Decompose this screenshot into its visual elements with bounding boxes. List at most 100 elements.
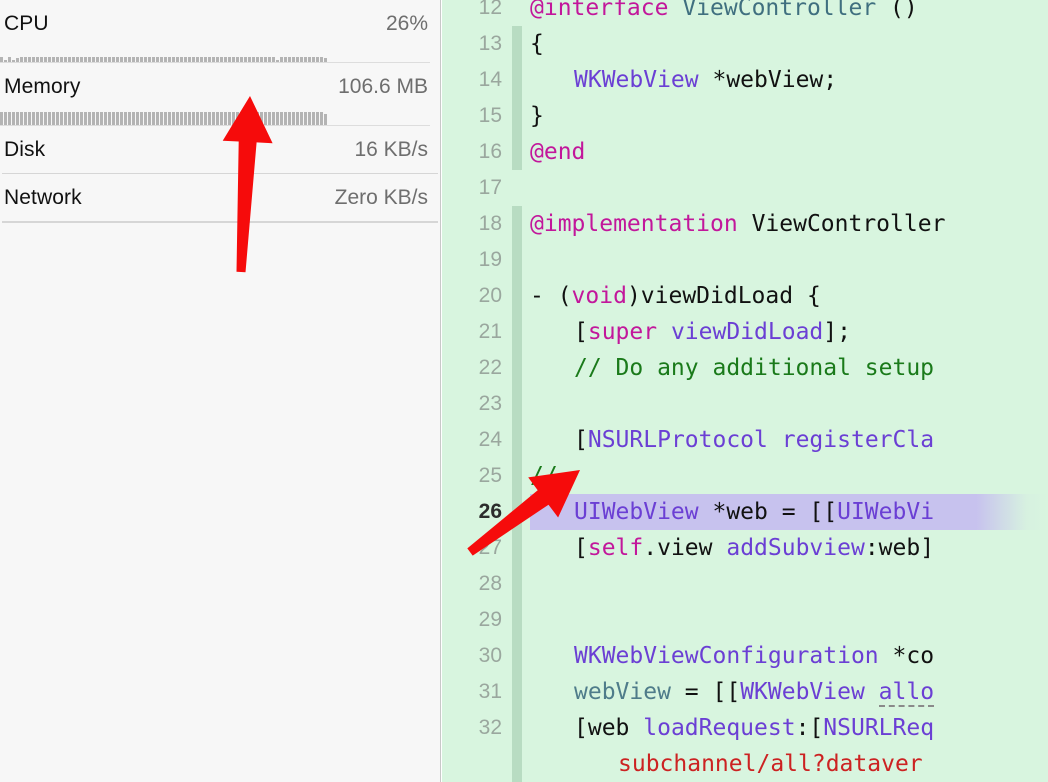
- code-line-text: //: [530, 458, 1048, 494]
- gauge-row-disk[interactable]: Disk 16 KB/s: [0, 126, 440, 173]
- sparkline-bar: [320, 112, 323, 125]
- code-line[interactable]: 29: [442, 602, 1048, 638]
- code-fold-indicator[interactable]: [512, 26, 522, 62]
- code-fold-indicator[interactable]: [512, 350, 522, 386]
- code-fold-indicator[interactable]: [512, 386, 522, 422]
- sparkline-bar: [264, 57, 267, 62]
- code-fold-indicator[interactable]: [512, 134, 522, 170]
- sparkline-bar: [280, 57, 283, 62]
- sparkline-bar: [160, 57, 163, 62]
- code-token: NSURLProtocol: [587, 427, 782, 453]
- sparkline-bar: [108, 57, 111, 62]
- code-line[interactable]: subchannel/all?dataver: [442, 746, 1048, 782]
- sparkline-bar: [164, 57, 167, 62]
- sparkline-bar: [176, 112, 179, 125]
- sparkline-bar: [36, 57, 39, 62]
- code-line[interactable]: 12 @interface ViewController (): [442, 0, 1048, 26]
- line-number: 26: [442, 494, 512, 530]
- sparkline-bar: [216, 57, 219, 62]
- code-token: (): [890, 0, 918, 21]
- sparkline-bar: [320, 57, 323, 62]
- code-fold-indicator[interactable]: [512, 602, 522, 638]
- sparkline-bar: [272, 112, 275, 125]
- code-fold-indicator[interactable]: [512, 0, 522, 26]
- code-line-text: [530, 602, 1048, 638]
- code-fold-indicator[interactable]: [512, 458, 522, 494]
- code-line[interactable]: 32 [web loadRequest:[NSURLReq: [442, 710, 1048, 746]
- sparkline-bar: [228, 57, 231, 62]
- gauge-row-cpu[interactable]: CPU 26%: [0, 0, 440, 47]
- code-fold-indicator[interactable]: [512, 746, 522, 782]
- code-token: allo: [878, 679, 935, 707]
- sparkline-bar: [204, 112, 207, 125]
- code-fold-indicator[interactable]: [512, 206, 522, 242]
- code-line[interactable]: 20 - (void)viewDidLoad {: [442, 278, 1048, 314]
- sparkline-bar: [84, 57, 87, 62]
- sparkline-bar: [128, 57, 131, 62]
- sparkline-bar: [292, 112, 295, 125]
- code-editor-panel[interactable]: 12 @interface ViewController () 13 {14 WKWeb…: [442, 0, 1048, 782]
- code-line[interactable]: 22 // Do any additional setup: [442, 350, 1048, 386]
- code-line-text: webView = [[WKWebView allo: [530, 674, 1048, 710]
- code-line[interactable]: 16 @end: [442, 134, 1048, 170]
- code-line[interactable]: 15}: [442, 98, 1048, 134]
- code-line[interactable]: 19: [442, 242, 1048, 278]
- code-line[interactable]: 23: [442, 386, 1048, 422]
- sparkline-bar: [176, 57, 179, 62]
- code-line[interactable]: 25 //: [442, 458, 1048, 494]
- sparkline-bar: [44, 57, 47, 62]
- sparkline-bar: [48, 112, 51, 125]
- code-line[interactable]: 17: [442, 170, 1048, 206]
- code-token: super: [587, 319, 671, 345]
- code-fold-indicator[interactable]: [512, 530, 522, 566]
- code-token: UIWebVi: [837, 499, 935, 525]
- code-line[interactable]: 31 webView = [[WKWebView allo: [442, 674, 1048, 710]
- code-line[interactable]: 14 WKWebView *webView;: [442, 62, 1048, 98]
- code-token: void: [571, 283, 627, 309]
- gauge-row-network[interactable]: Network Zero KB/s: [0, 174, 440, 221]
- sparkline-bar: [124, 112, 127, 125]
- code-fold-indicator[interactable]: [512, 314, 522, 350]
- code-fold-indicator[interactable]: [512, 494, 522, 530]
- code-line[interactable]: 28: [442, 566, 1048, 602]
- code-token: ViewController: [682, 0, 891, 21]
- gutter-gap: [522, 566, 530, 602]
- code-line[interactable]: 13 {: [442, 26, 1048, 62]
- code-fold-indicator[interactable]: [512, 98, 522, 134]
- sparkline-bar: [16, 58, 19, 62]
- sparkline-bar: [96, 57, 99, 62]
- sparkline-bar: [140, 112, 143, 125]
- code-fold-indicator[interactable]: [512, 674, 522, 710]
- code-fold-indicator[interactable]: [512, 278, 522, 314]
- code-line[interactable]: 27 [self.view addSubview:web]: [442, 530, 1048, 566]
- code-line[interactable]: 26 UIWebView *web = [[UIWebVi: [442, 494, 1048, 530]
- sparkline-bar: [12, 112, 15, 125]
- code-line-text: - (void)viewDidLoad {: [530, 278, 1048, 314]
- code-fold-indicator[interactable]: [512, 242, 522, 278]
- gutter-gap: [522, 314, 530, 350]
- code-fold-indicator[interactable]: [512, 638, 522, 674]
- code-token: ];: [823, 319, 851, 345]
- code-line[interactable]: 24 [NSURLProtocol registerCla: [442, 422, 1048, 458]
- code-fold-indicator[interactable]: [512, 566, 522, 602]
- code-line[interactable]: 18 @implementation ViewController: [442, 206, 1048, 242]
- code-line[interactable]: 21 [super viewDidLoad];: [442, 314, 1048, 350]
- code-fold-indicator[interactable]: [512, 710, 522, 746]
- gauge-row-memory[interactable]: Memory 106.6 MB: [0, 63, 440, 110]
- line-number: 17: [442, 170, 512, 206]
- code-fold-indicator[interactable]: [512, 170, 522, 206]
- sparkline-bar: [136, 57, 139, 62]
- sparkline-bar: [312, 112, 315, 125]
- code-token: registerCla: [781, 427, 935, 453]
- sparkline-bar: [296, 112, 299, 125]
- line-number: 14: [442, 62, 512, 98]
- sparkline-bar: [256, 57, 259, 62]
- code-line[interactable]: 30 WKWebViewConfiguration *co: [442, 638, 1048, 674]
- sparkline-bar: [132, 112, 135, 125]
- code-fold-indicator[interactable]: [512, 422, 522, 458]
- sparkline-bar: [24, 57, 27, 62]
- sparkline-bar: [264, 112, 267, 125]
- code-fold-indicator[interactable]: [512, 62, 522, 98]
- code-token: NSURLReq: [823, 715, 935, 741]
- sparkline-bar: [256, 112, 259, 125]
